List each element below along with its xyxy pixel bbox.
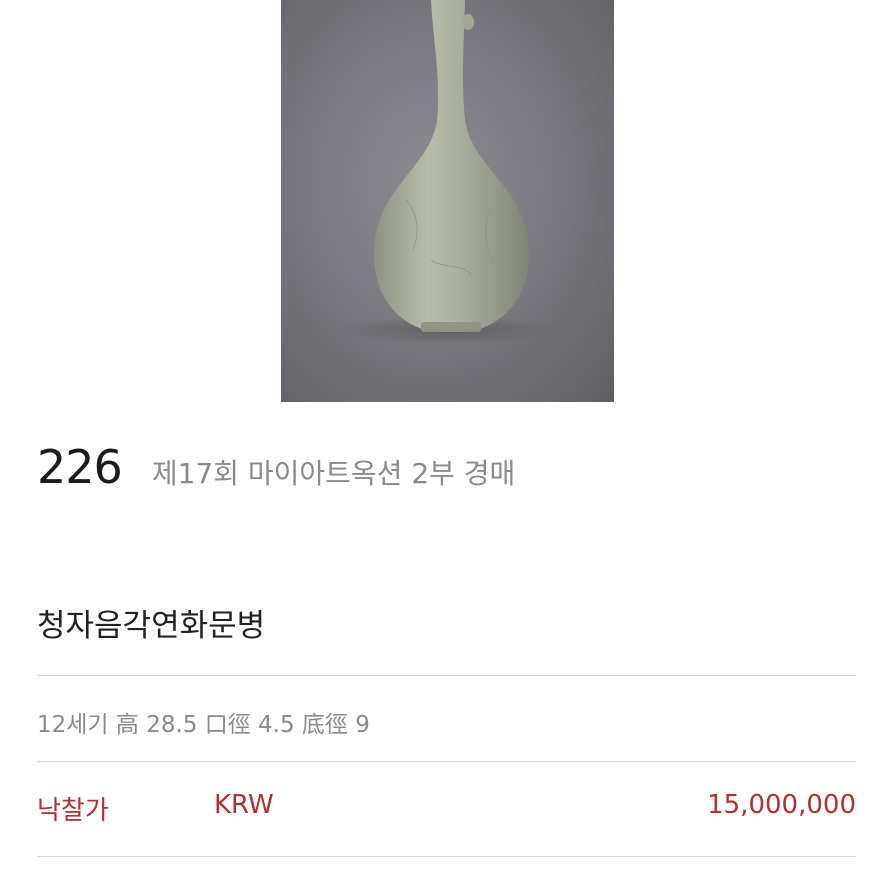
item-description: 12세기 高 28.5 口徑 4.5 底徑 9 <box>37 712 370 738</box>
auction-sale-name[interactable]: 제17회 마이아트옥션 2부 경매 <box>152 452 516 492</box>
divider <box>37 856 856 857</box>
item-title: 청자음각연화문병 <box>37 608 266 644</box>
lot-number: 226 <box>37 440 123 494</box>
lot-header: 226 제17회 마이아트옥션 2부 경매 <box>37 440 515 510</box>
hammer-price-label: 낙찰가 <box>37 796 109 826</box>
product-photo[interactable] <box>281 0 614 402</box>
hammer-price-amount: 15,000,000 <box>707 790 856 820</box>
divider <box>37 761 856 762</box>
currency-label: KRW <box>214 790 274 820</box>
next-row-partial <box>37 872 856 892</box>
celadon-vase-image <box>341 0 561 344</box>
divider <box>37 675 856 676</box>
